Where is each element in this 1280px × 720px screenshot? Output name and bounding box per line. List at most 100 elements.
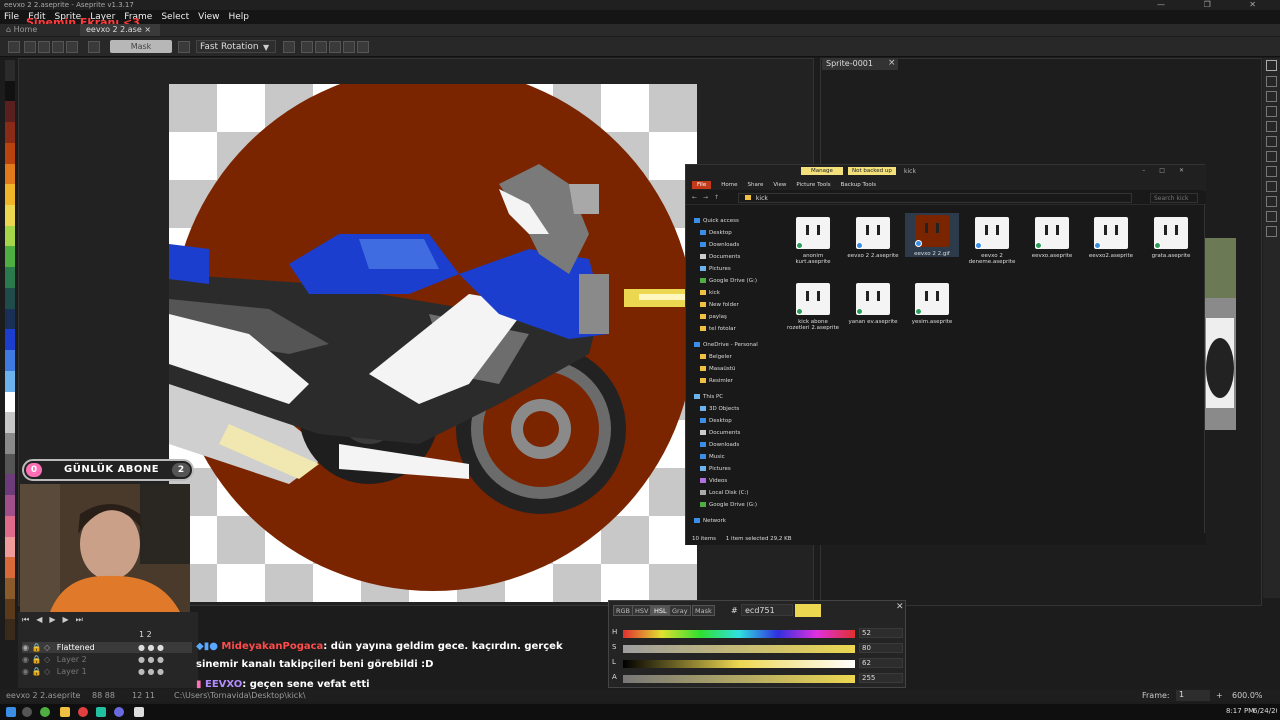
- sprite-canvas[interactable]: [169, 84, 697, 602]
- intersect-selection-icon[interactable]: [66, 41, 78, 53]
- address-bar[interactable]: kick: [738, 193, 1132, 203]
- rotate-icon[interactable]: [315, 41, 327, 53]
- more-options-icon[interactable]: [357, 41, 369, 53]
- nav-this-pc[interactable]: This PC: [694, 394, 723, 400]
- color-palette[interactable]: [5, 60, 15, 641]
- ribbon-not-backed-up[interactable]: Not backed up: [848, 167, 896, 175]
- nav-resimler[interactable]: Resimler: [700, 378, 733, 384]
- file-item[interactable]: eevxo.aseprite: [1025, 215, 1079, 259]
- nav-downloads[interactable]: Downloads: [700, 242, 739, 248]
- cel-dots[interactable]: ● ● ●: [138, 654, 164, 665]
- app-icon[interactable]: [96, 707, 106, 717]
- file-item[interactable]: yesim.aseprite: [905, 281, 959, 325]
- line-tool-icon[interactable]: [1266, 166, 1277, 177]
- add-selection-icon[interactable]: [38, 41, 50, 53]
- ribbon-tab-share[interactable]: Share: [747, 182, 763, 188]
- browser-icon[interactable]: [78, 707, 88, 717]
- lightness-value[interactable]: 62: [859, 658, 903, 668]
- tab-sprite-0001[interactable]: Sprite-0001: [822, 58, 898, 70]
- saturation-slider[interactable]: [623, 645, 855, 653]
- color-mode-hsl[interactable]: HSL: [651, 605, 670, 616]
- nav-music[interactable]: Music: [700, 454, 725, 460]
- marquee-tool-icon[interactable]: [1266, 60, 1277, 71]
- discord-icon[interactable]: [114, 707, 124, 717]
- file-item[interactable]: grata.aseprite: [1144, 215, 1198, 259]
- eye-icon[interactable]: ◉ 🔒 ◇: [22, 643, 50, 652]
- menu-view[interactable]: View: [198, 12, 219, 22]
- aseprite-icon[interactable]: [134, 707, 144, 717]
- explorer-search-input[interactable]: Search kick: [1150, 193, 1198, 203]
- ribbon-tab-view[interactable]: View: [773, 182, 786, 188]
- nav-belgeler[interactable]: Belgeler: [700, 354, 732, 360]
- nav-pc-google-drive[interactable]: Google Drive (G:): [700, 502, 757, 508]
- nav-masaustu[interactable]: Masaüstü: [700, 366, 735, 372]
- fill-tool-icon[interactable]: [1266, 151, 1277, 162]
- eraser-tool-icon[interactable]: [1266, 106, 1277, 117]
- color-mode-mask[interactable]: Mask: [692, 605, 715, 616]
- selection-mode-icon[interactable]: [8, 41, 20, 53]
- file-item[interactable]: eevxo 2 2.aseprite: [846, 215, 900, 259]
- color-mode-gray[interactable]: Gray: [669, 605, 691, 616]
- layer-row[interactable]: ◉ 🔒 ◇ Layer 1 ● ● ●: [22, 666, 192, 677]
- drop-pixels-icon[interactable]: [283, 41, 295, 53]
- ribbon-tab-file[interactable]: File: [692, 180, 712, 189]
- ribbon-tab-home[interactable]: Home: [721, 182, 737, 188]
- add-frame-icon[interactable]: +: [1216, 689, 1223, 702]
- pencil-tool-icon[interactable]: [1266, 91, 1277, 102]
- tab-close-icon[interactable]: ×: [144, 25, 151, 34]
- nav-onedrive[interactable]: OneDrive - Personal: [694, 342, 758, 348]
- whatsapp-icon[interactable]: [40, 707, 50, 717]
- lasso-tool-icon[interactable]: [1266, 76, 1277, 87]
- nav-desktop[interactable]: Desktop: [700, 230, 732, 236]
- menu-select[interactable]: Select: [161, 12, 189, 22]
- subtract-selection-icon[interactable]: [52, 41, 64, 53]
- eyedropper-tool-icon[interactable]: [1266, 121, 1277, 132]
- nav-pictures[interactable]: Pictures: [700, 266, 731, 272]
- hex-input[interactable]: ecd751: [741, 604, 793, 616]
- tab-home[interactable]: ⌂ Home: [0, 24, 78, 36]
- tab-close-icon[interactable]: ×: [888, 58, 896, 68]
- explorer-window-controls[interactable]: –□✕: [1142, 167, 1198, 174]
- file-item-selected[interactable]: eevxo 2 2.gif: [905, 213, 959, 257]
- close-icon[interactable]: ✕: [896, 602, 904, 612]
- rectangle-tool-icon[interactable]: [1266, 181, 1277, 192]
- hue-value[interactable]: 52: [859, 628, 903, 638]
- zoom-level[interactable]: 600.0%: [1232, 689, 1263, 702]
- nav-3d-objects[interactable]: 3D Objects: [700, 406, 739, 412]
- alpha-slider[interactable]: [623, 675, 855, 683]
- nav-arrows-icon[interactable]: ←→↑: [692, 194, 725, 201]
- ribbon-tab-backup-tools[interactable]: Backup Tools: [841, 182, 876, 188]
- mask-button[interactable]: Mask: [110, 40, 172, 53]
- tab-document[interactable]: eevxo 2 2.ase ×: [80, 24, 160, 36]
- replace-selection-icon[interactable]: [24, 41, 36, 53]
- nav-network[interactable]: Network: [694, 518, 726, 524]
- nav-paylas[interactable]: paylaş: [700, 314, 727, 320]
- blur-tool-icon[interactable]: [1266, 211, 1277, 222]
- apply-icon[interactable]: [343, 41, 355, 53]
- ellipse-tool-icon[interactable]: [1266, 196, 1277, 207]
- playback-controls-icon[interactable]: ⏮◀▶▶⏭: [22, 615, 102, 625]
- nav-pc-pictures[interactable]: Pictures: [700, 466, 731, 472]
- nav-videos[interactable]: Videos: [700, 478, 727, 484]
- file-item[interactable]: yanan ev.aseprite: [846, 281, 900, 325]
- file-explorer-icon[interactable]: [60, 707, 70, 717]
- pivot-icon[interactable]: [88, 41, 100, 53]
- file-item[interactable]: anonim kurt.aseprite: [786, 215, 840, 265]
- search-icon[interactable]: [22, 707, 32, 717]
- file-item[interactable]: kick abone rozetleri 2.aseprite: [786, 281, 840, 331]
- alpha-value[interactable]: 255: [859, 673, 903, 683]
- nav-pc-desktop[interactable]: Desktop: [700, 418, 732, 424]
- color-mode-rgb[interactable]: RGB: [613, 605, 634, 616]
- menu-file[interactable]: File: [4, 12, 19, 22]
- move-tool-icon[interactable]: [1266, 136, 1277, 147]
- menu-help[interactable]: Help: [228, 12, 249, 22]
- nav-local-disk[interactable]: Local Disk (C:): [700, 490, 749, 496]
- frame-input[interactable]: 1: [1176, 690, 1210, 701]
- file-item[interactable]: eevxo 2 deneme.aseprite: [965, 215, 1019, 265]
- nav-documents[interactable]: Documents: [700, 254, 740, 260]
- ribbon-tab-picture-tools[interactable]: Picture Tools: [796, 182, 830, 188]
- file-item[interactable]: eevxo2.aseprite: [1084, 215, 1138, 259]
- ribbon-manage[interactable]: Manage: [801, 167, 843, 175]
- saturation-value[interactable]: 80: [859, 643, 903, 653]
- nav-pc-documents[interactable]: Documents: [700, 430, 740, 436]
